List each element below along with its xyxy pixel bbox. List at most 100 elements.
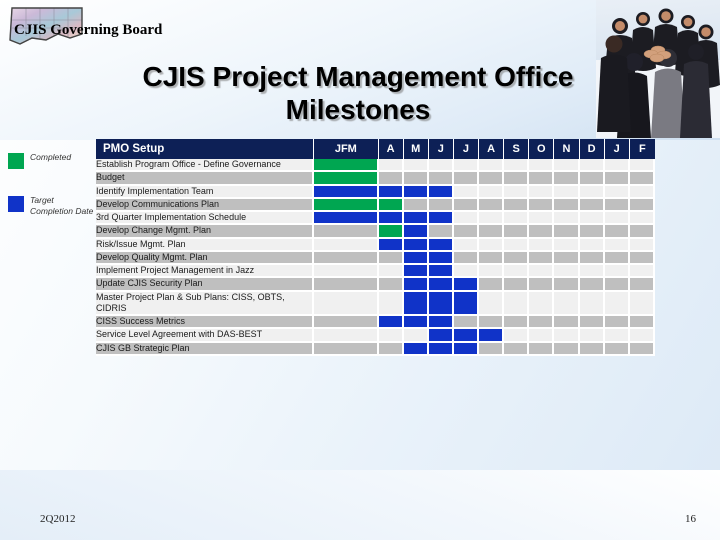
milestone-cell-0 xyxy=(314,198,379,212)
milestone-cell-0 xyxy=(314,212,379,226)
milestone-cell-7 xyxy=(529,278,555,292)
column-header-month-8: N xyxy=(554,139,580,159)
milestone-cell-8 xyxy=(554,251,580,265)
legend-label-completed: Completed xyxy=(30,152,72,162)
table-header: PMO Setup JFM A M J J A S O N D J F xyxy=(96,139,655,159)
column-header-month-9: D xyxy=(579,139,605,159)
milestone-cell-7 xyxy=(529,265,555,279)
legend: Completed Target Completion Date xyxy=(8,152,94,242)
milestone-cell-8 xyxy=(554,159,580,173)
column-header-month-5: A xyxy=(479,139,505,159)
milestone-cell-3 xyxy=(428,278,454,292)
milestone-cell-10 xyxy=(604,316,630,330)
milestone-cell-4 xyxy=(453,278,479,292)
milestone-cell-0 xyxy=(314,278,379,292)
task-label: Service Level Agreement with DAS-BEST xyxy=(96,329,315,343)
column-header-task: PMO Setup xyxy=(96,139,315,159)
milestone-cell-8 xyxy=(554,238,580,252)
column-header-month-11: F xyxy=(629,139,655,159)
milestone-cell-7 xyxy=(529,342,555,356)
table-body: Establish Program Office - Define Govern… xyxy=(96,159,655,356)
milestone-cell-3 xyxy=(428,238,454,252)
milestone-cell-1 xyxy=(378,251,404,265)
milestone-cell-1 xyxy=(378,291,404,316)
milestone-cell-10 xyxy=(604,342,630,356)
milestone-cell-5 xyxy=(479,291,505,316)
table-row: Establish Program Office - Define Govern… xyxy=(96,159,655,173)
legend-item-completed: Completed xyxy=(8,152,94,169)
milestone-cell-5 xyxy=(479,198,505,212)
milestone-cell-1 xyxy=(378,212,404,226)
column-header-month-6: S xyxy=(504,139,530,159)
milestone-cell-9 xyxy=(579,316,605,330)
milestone-cell-4 xyxy=(453,185,479,199)
milestone-cell-5 xyxy=(479,238,505,252)
task-label: Update CJIS Security Plan xyxy=(96,278,315,292)
milestone-cell-9 xyxy=(579,198,605,212)
milestone-cell-11 xyxy=(629,329,655,343)
milestone-cell-2 xyxy=(403,185,429,199)
milestone-cell-4 xyxy=(453,316,479,330)
milestone-cell-4 xyxy=(453,238,479,252)
milestone-cell-0 xyxy=(314,185,379,199)
milestone-cell-1 xyxy=(378,329,404,343)
background-bottom-wash xyxy=(0,470,720,540)
milestone-cell-2 xyxy=(403,291,429,316)
milestone-cell-6 xyxy=(504,342,530,356)
milestone-cell-11 xyxy=(629,265,655,279)
milestone-cell-6 xyxy=(504,316,530,330)
table-row: Service Level Agreement with DAS-BEST xyxy=(96,329,655,343)
milestone-cell-5 xyxy=(479,251,505,265)
milestone-cell-5 xyxy=(479,212,505,226)
milestone-cell-0 xyxy=(314,251,379,265)
table-row: Develop Quality Mgmt. Plan xyxy=(96,251,655,265)
milestone-cell-11 xyxy=(629,278,655,292)
milestone-cell-6 xyxy=(504,238,530,252)
milestone-cell-7 xyxy=(529,291,555,316)
milestone-cell-7 xyxy=(529,316,555,330)
milestone-cell-11 xyxy=(629,212,655,226)
milestone-cell-2 xyxy=(403,225,429,239)
milestone-cell-10 xyxy=(604,329,630,343)
milestone-cell-10 xyxy=(604,159,630,173)
milestone-cell-8 xyxy=(554,185,580,199)
table-row: CISS Success Metrics xyxy=(96,316,655,330)
milestone-cell-5 xyxy=(479,185,505,199)
milestone-cell-3 xyxy=(428,212,454,226)
table-row: 3rd Quarter Implementation Schedule xyxy=(96,212,655,226)
milestone-cell-8 xyxy=(554,198,580,212)
milestone-cell-11 xyxy=(629,225,655,239)
milestone-cell-3 xyxy=(428,185,454,199)
column-header-month-7: O xyxy=(529,139,555,159)
milestone-cell-1 xyxy=(378,265,404,279)
milestone-cell-9 xyxy=(579,342,605,356)
milestone-cell-7 xyxy=(529,238,555,252)
milestone-cell-8 xyxy=(554,329,580,343)
milestone-cell-9 xyxy=(579,159,605,173)
milestone-cell-1 xyxy=(378,159,404,173)
milestone-cell-0 xyxy=(314,225,379,239)
milestone-cell-7 xyxy=(529,185,555,199)
page-title-line1: CJIS Project Management Office xyxy=(142,61,574,92)
milestone-cell-11 xyxy=(629,251,655,265)
column-header-month-3: J xyxy=(428,139,454,159)
task-label: 3rd Quarter Implementation Schedule xyxy=(96,212,315,226)
milestone-cell-2 xyxy=(403,265,429,279)
table-row: Develop Change Mgmt. Plan xyxy=(96,225,655,239)
milestone-cell-8 xyxy=(554,342,580,356)
legend-swatch-completed xyxy=(8,153,24,169)
milestone-cell-2 xyxy=(403,278,429,292)
milestone-cell-5 xyxy=(479,225,505,239)
milestone-cell-10 xyxy=(604,291,630,316)
milestone-cell-11 xyxy=(629,291,655,316)
milestone-cell-0 xyxy=(314,265,379,279)
task-label: Establish Program Office - Define Govern… xyxy=(96,159,315,173)
milestone-cell-3 xyxy=(428,265,454,279)
milestone-cell-9 xyxy=(579,265,605,279)
milestone-cell-3 xyxy=(428,251,454,265)
milestone-cell-4 xyxy=(453,212,479,226)
milestone-cell-1 xyxy=(378,316,404,330)
column-header-month-1: A xyxy=(378,139,404,159)
milestone-cell-7 xyxy=(529,251,555,265)
milestone-cell-10 xyxy=(604,278,630,292)
